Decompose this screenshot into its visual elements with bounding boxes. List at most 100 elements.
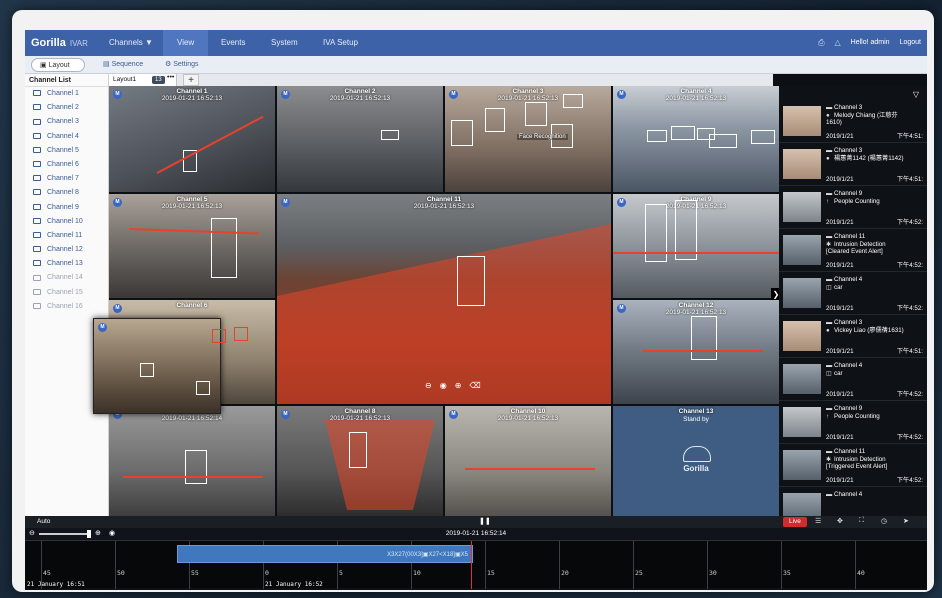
sidebar-item-channel-6[interactable]: Channel 6	[25, 158, 108, 172]
video-cell-channel-8[interactable]: M Channel 8 2019-01-21 16:52:13	[277, 406, 443, 516]
video-cell-channel-3[interactable]: M Channel 3 2019-01-21 16:52:13 Face Rec…	[445, 86, 611, 192]
tab-label: Layout1	[113, 76, 137, 83]
cell-timestamp: 2019-01-21 16:52:13	[161, 95, 223, 102]
timeline-tick	[115, 541, 116, 589]
snapshot-icon[interactable]: ◉	[440, 381, 447, 390]
sidebar-item-channel-2[interactable]: Channel 2	[25, 101, 108, 115]
recording-segment[interactable]: X3X27(00X3]▣X27<X18]▣X5	[177, 545, 473, 563]
delete-icon[interactable]: ⌫	[469, 381, 480, 390]
sidebar-item-channel-9[interactable]: Channel 9	[25, 201, 108, 215]
video-cell-channel-4[interactable]: M Channel 4 2019-01-21 16:52:13	[613, 86, 779, 192]
fullscreen-icon[interactable]: ⛶	[859, 517, 864, 525]
sidebar-item-channel-4[interactable]: Channel 4	[25, 130, 108, 144]
intrusion-zone	[277, 224, 611, 404]
list-icon[interactable]: ☰	[815, 517, 821, 525]
timeline-tick-label: 40	[857, 569, 865, 577]
video-cell-channel-10[interactable]: M Channel 10 2019-01-21 16:52:13	[445, 406, 611, 516]
event-channel: ▬ Channel 4	[826, 276, 862, 283]
cell-timestamp: 2019-01-21 16:52:13	[413, 203, 475, 210]
video-cell-channel-2[interactable]: M Channel 2 2019-01-21 16:52:13	[277, 86, 443, 192]
video-cell-channel-1[interactable]: M Channel 1 2019-01-21 16:52:13	[109, 86, 275, 192]
sidebar-item-channel-7[interactable]: Channel 7	[25, 172, 108, 186]
timeline-tick	[781, 541, 782, 589]
print-icon[interactable]: ⎙	[818, 30, 824, 58]
event-item[interactable]: ▬ Channel 3 ● 楊蕙菁1142 (楊蕙菁1142) 2019/1/21 …	[779, 143, 927, 186]
sequence-button[interactable]: ▤ Sequence	[95, 58, 151, 72]
logout-link[interactable]: Logout	[900, 30, 921, 58]
ptz-icon[interactable]: ✥	[837, 517, 843, 525]
sidebar-item-channel-8[interactable]: Channel 8	[25, 186, 108, 200]
event-item[interactable]: ▬ Channel 11 ✱ Intrusion Detection [Cleare…	[779, 229, 927, 272]
timeline-tick-label: 0	[265, 569, 269, 577]
nav-view[interactable]: View	[163, 30, 209, 56]
event-item[interactable]: ▬ Channel 9 ↑ People Counting 2019/1/21 下午…	[779, 401, 927, 444]
event-date: 2019/1/21	[826, 477, 854, 484]
person-count-icon: ↑	[826, 198, 830, 205]
event-channel: ▬ Channel 9	[826, 190, 862, 197]
zoom-out-icon[interactable]: ⊖	[425, 381, 432, 390]
zoom-in-icon[interactable]: ⊕	[455, 381, 462, 390]
sidebar-item-channel-14[interactable]: Channel 14	[25, 271, 108, 285]
vehicle-box	[671, 126, 695, 140]
person-icon: ●	[826, 155, 830, 162]
motion-badge-icon: M	[98, 323, 107, 332]
clock-icon[interactable]: ◷	[881, 517, 887, 525]
video-cell-channel-13[interactable]: Channel 13 Stand by Gorilla	[613, 406, 779, 516]
camera-icon	[33, 161, 41, 168]
tab-more-button[interactable]: •••	[167, 74, 174, 81]
virtual-line	[156, 115, 264, 174]
event-item[interactable]: ▬ Channel 4 ◫ car 2019/1/21 下午4:52:	[779, 358, 927, 401]
pointer-icon[interactable]: ➤	[903, 517, 909, 525]
face-box	[140, 363, 154, 377]
sidebar-item-channel-5[interactable]: Channel 5	[25, 144, 108, 158]
sidebar-item-channel-15[interactable]: Channel 15	[25, 286, 108, 300]
popout-snapshot[interactable]: M	[93, 318, 248, 414]
app-screen: Gorilla IVAR Channels ▼ View Events Syste…	[25, 30, 927, 590]
timeline-track[interactable]: X3X27(00X3]▣X27<X18]▣X5 45 50 55 0 5 10 …	[25, 540, 927, 589]
event-item[interactable]: ▬ Channel 3 ● Vickey Liao (廖儒蒨1631) 2019/1…	[779, 315, 927, 358]
add-layout-button[interactable]: +	[183, 74, 199, 86]
event-item[interactable]: ▬ Channel 4	[779, 487, 927, 516]
sidebar-item-channel-13[interactable]: Channel 13	[25, 257, 108, 271]
cell-toolbar: ⊖ ◉ ⊕ ⌫	[425, 381, 481, 390]
event-item[interactable]: ▬ Channel 11 ✱ Intrusion Detection [Trigge…	[779, 444, 927, 487]
live-button[interactable]: Live	[783, 517, 807, 527]
sequence-label: Sequence	[111, 61, 144, 68]
settings-button[interactable]: ⚙ Settings	[157, 58, 207, 72]
camera-icon	[33, 260, 41, 267]
video-cell-channel-12[interactable]: M Channel 12 2019-01-21 16:52:13	[613, 300, 779, 404]
video-cell-channel-9[interactable]: M Channel 9 2019-01-21 16:52:13	[613, 194, 779, 298]
auto-mode-label[interactable]: Auto	[37, 518, 50, 525]
event-desc-text: Intrusion Detection [Triggered Event Ale…	[826, 456, 888, 470]
nav-events[interactable]: Events	[207, 30, 259, 56]
event-item[interactable]: ▬ Channel 3 ● Melody Chiang (江慈芬1610) 2019…	[779, 100, 927, 143]
timeline-tick	[855, 541, 856, 589]
event-item[interactable]: ▬ Channel 4 ◫ car 2019/1/21 下午4:52:	[779, 272, 927, 315]
nav-channels[interactable]: Channels ▼	[95, 30, 167, 56]
sidebar-item-channel-10[interactable]: Channel 10	[25, 215, 108, 229]
video-grid: M Channel 1 2019-01-21 16:52:13 M Channe…	[109, 86, 781, 516]
detection-box	[211, 218, 237, 278]
pause-icon[interactable]: ❚❚	[479, 517, 491, 525]
event-thumbnail	[783, 106, 821, 136]
nav-system[interactable]: System	[257, 30, 312, 56]
sidebar-item-channel-16[interactable]: Channel 16	[25, 300, 108, 314]
sidebar-item-channel-3[interactable]: Channel 3	[25, 115, 108, 129]
video-cell-channel-7[interactable]: M Channel 7 2019-01-21 16:52:14	[109, 406, 275, 516]
event-item[interactable]: ▬ Channel 9 ↑ People Counting 2019/1/21 下午…	[779, 186, 927, 229]
playhead-cursor[interactable]	[471, 541, 472, 589]
bell-icon[interactable]: △	[835, 30, 841, 58]
sidebar-item-channel-12[interactable]: Channel 12	[25, 243, 108, 257]
video-cell-channel-5[interactable]: M Channel 5 2019-01-21 16:52:13	[109, 194, 275, 298]
filter-icon[interactable]: ▽	[913, 90, 919, 99]
event-time: 下午4:52:	[896, 434, 923, 441]
sidebar-item-label: Channel 3	[47, 118, 79, 126]
sidebar-item-channel-1[interactable]: Channel 1	[25, 87, 108, 101]
layout-button[interactable]: ▣ Layout	[31, 58, 85, 72]
event-date: 2019/1/21	[826, 262, 854, 269]
cell-timestamp: 2019-01-21 16:52:13	[665, 95, 727, 102]
nav-iva-setup[interactable]: IVA Setup	[309, 30, 372, 56]
sidebar-item-channel-11[interactable]: Channel 11	[25, 229, 108, 243]
video-cell-channel-11[interactable]: M Channel 11 2019-01-21 16:52:13 ⊖ ◉ ⊕ ⌫	[277, 194, 611, 404]
face-recognition-label: Face Recognition	[517, 134, 568, 140]
